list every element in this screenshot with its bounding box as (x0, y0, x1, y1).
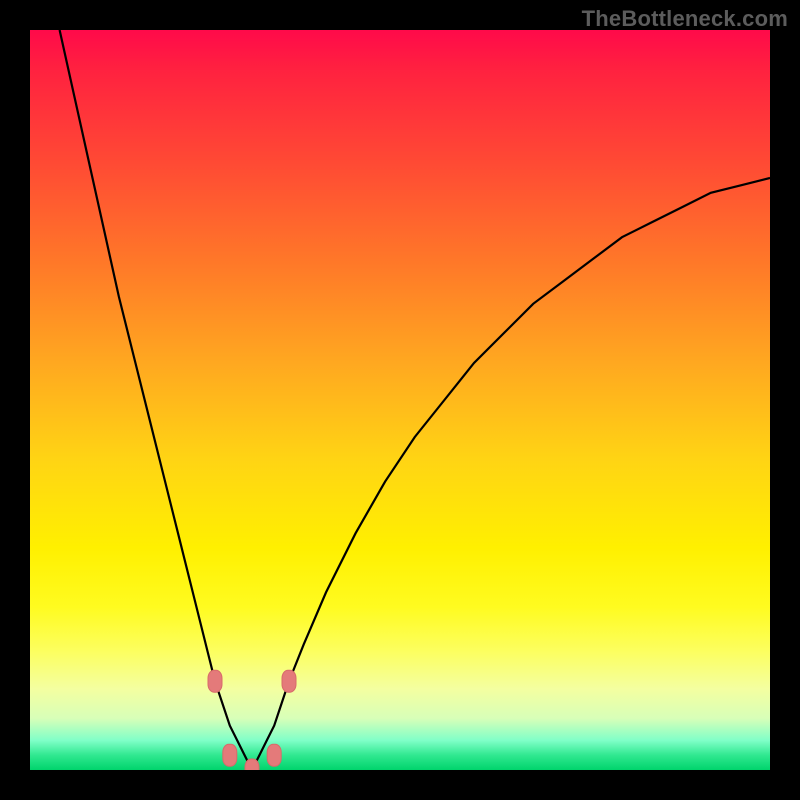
left-branch-curve (60, 30, 252, 770)
trough-marker (245, 759, 259, 770)
trough-marker (282, 670, 296, 692)
curve-layer (30, 30, 770, 770)
trough-marker (223, 744, 237, 766)
chart-plot-area (30, 30, 770, 770)
trough-markers (208, 670, 296, 770)
right-branch-curve (252, 178, 770, 770)
trough-marker (208, 670, 222, 692)
watermark-label: TheBottleneck.com (582, 6, 788, 32)
trough-marker (267, 744, 281, 766)
